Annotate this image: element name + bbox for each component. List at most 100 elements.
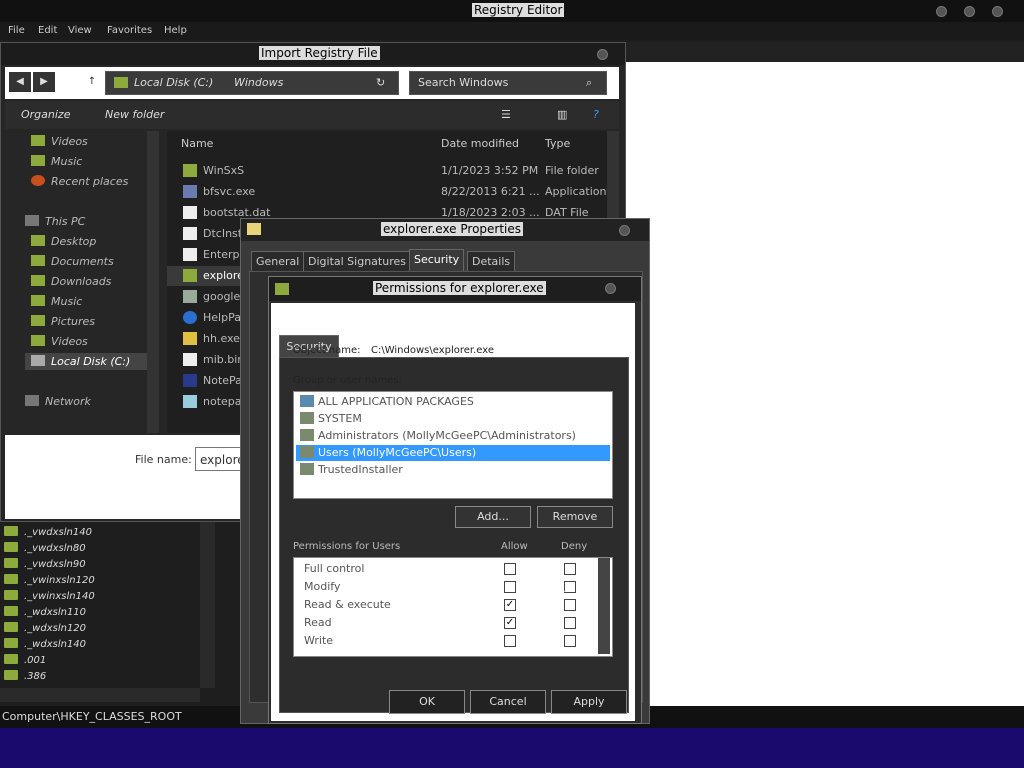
tab-details[interactable]: Details bbox=[467, 251, 516, 273]
registry-values-pane[interactable] bbox=[625, 62, 1024, 722]
users-icon bbox=[300, 463, 314, 475]
folder-icon bbox=[4, 526, 18, 536]
deny-header: Deny bbox=[561, 541, 588, 552]
nav-item-network[interactable]: Network bbox=[25, 395, 91, 408]
tree-item[interactable]: ._wdxsln120 bbox=[4, 622, 86, 634]
list-item[interactable]: Users (MollyMcGeePC\Users) bbox=[296, 445, 610, 461]
list-item[interactable]: TrustedInstaller bbox=[296, 462, 610, 478]
remove-button[interactable]: Remove bbox=[537, 506, 613, 528]
nav-item-downloads[interactable]: Downloads bbox=[31, 275, 111, 288]
minimize-icon[interactable] bbox=[936, 6, 947, 17]
folder-icon bbox=[247, 223, 261, 235]
registry-title-bar: Registry Editor bbox=[0, 0, 1024, 22]
column-type[interactable]: Type bbox=[545, 137, 570, 150]
permissions-scrollbar[interactable] bbox=[598, 558, 610, 654]
application-icon bbox=[183, 185, 197, 198]
search-icon: ⌕ bbox=[586, 76, 593, 89]
allow-checkbox[interactable] bbox=[504, 635, 516, 647]
folder-icon bbox=[31, 155, 45, 166]
users-icon bbox=[300, 412, 314, 424]
close-icon[interactable] bbox=[605, 283, 616, 294]
nav-item-documents[interactable]: Documents bbox=[31, 255, 114, 268]
nav-item-videos[interactable]: Videos bbox=[31, 335, 88, 348]
nav-item-music[interactable]: Music bbox=[31, 295, 82, 308]
tree-item[interactable]: .001 bbox=[4, 654, 46, 666]
menu-edit[interactable]: Edit bbox=[38, 25, 57, 36]
back-icon[interactable]: ◀ bbox=[9, 72, 31, 92]
allow-checkbox[interactable] bbox=[504, 563, 516, 575]
close-icon[interactable] bbox=[597, 49, 608, 60]
menu-favorites[interactable]: Favorites bbox=[107, 25, 152, 36]
add-button[interactable]: Add... bbox=[455, 506, 531, 528]
deny-checkbox[interactable] bbox=[564, 581, 576, 593]
maximize-icon[interactable] bbox=[964, 6, 975, 17]
view-options-icon[interactable]: ☰ bbox=[501, 108, 511, 121]
breadcrumb-windows[interactable]: Windows bbox=[234, 76, 283, 89]
tree-item[interactable]: ._vwdxsln90 bbox=[4, 558, 86, 570]
tree-item[interactable]: ._vwinxsln120 bbox=[4, 574, 95, 586]
menu-help[interactable]: Help bbox=[164, 25, 187, 36]
file-row[interactable]: bfsvc.exe 8/22/2013 6:21 ... Application bbox=[167, 182, 619, 202]
search-input[interactable]: Search Windows ⌕ bbox=[409, 71, 607, 95]
tree-vertical-scrollbar[interactable] bbox=[200, 520, 215, 688]
list-item[interactable]: Administrators (MollyMcGeePC\Administrat… bbox=[296, 428, 610, 444]
new-folder-button[interactable]: New folder bbox=[105, 108, 164, 121]
allow-checkbox[interactable] bbox=[504, 581, 516, 593]
file-row[interactable]: WinSxS 1/1/2023 3:52 PM File folder bbox=[167, 161, 619, 181]
cancel-button[interactable]: Cancel bbox=[470, 690, 546, 714]
deny-checkbox[interactable] bbox=[564, 599, 576, 611]
folder-icon bbox=[4, 590, 18, 600]
deny-checkbox[interactable] bbox=[564, 563, 576, 575]
tree-item[interactable]: ._vwinxsln140 bbox=[4, 590, 95, 602]
apply-button[interactable]: Apply bbox=[551, 690, 627, 714]
nav-item-videos[interactable]: Videos bbox=[31, 135, 88, 148]
tab-security[interactable]: Security bbox=[409, 249, 465, 273]
menu-file[interactable]: File bbox=[8, 25, 25, 36]
navigation-scrollbar[interactable] bbox=[147, 131, 159, 433]
deny-checkbox[interactable] bbox=[564, 617, 576, 629]
organize-button[interactable]: Organize bbox=[21, 108, 70, 121]
folder-icon bbox=[31, 315, 45, 326]
help-icon[interactable]: ? bbox=[593, 108, 599, 121]
network-icon bbox=[25, 395, 39, 406]
allow-checkbox[interactable]: ✓ bbox=[504, 599, 516, 611]
nav-item-desktop[interactable]: Desktop bbox=[31, 235, 96, 248]
close-icon[interactable] bbox=[992, 6, 1003, 17]
drive-icon bbox=[31, 355, 45, 366]
tree-item[interactable]: ._wdxsln140 bbox=[4, 638, 86, 650]
navigation-bar: ◀ ▶ ↑ Local Disk (C:) Windows ↻ Search W… bbox=[5, 67, 619, 99]
tree-item[interactable]: ._vwdxsln80 bbox=[4, 542, 86, 554]
import-title: Import Registry File bbox=[259, 46, 380, 60]
nav-item-music[interactable]: Music bbox=[31, 155, 82, 168]
list-item[interactable]: SYSTEM bbox=[296, 411, 610, 427]
nav-item-pictures[interactable]: Pictures bbox=[31, 315, 95, 328]
column-name[interactable]: Name bbox=[181, 137, 213, 150]
breadcrumb-local-disk[interactable]: Local Disk (C:) bbox=[134, 76, 213, 89]
allow-checkbox[interactable]: ✓ bbox=[504, 617, 516, 629]
close-icon[interactable] bbox=[619, 225, 630, 236]
preview-pane-icon[interactable]: ▥ bbox=[557, 108, 567, 121]
folder-icon bbox=[275, 283, 289, 295]
nav-item-this-pc[interactable]: This PC bbox=[25, 215, 85, 228]
tree-item[interactable]: ._wdxsln110 bbox=[4, 606, 86, 618]
tab-digital-signatures[interactable]: Digital Signatures bbox=[303, 251, 411, 273]
registry-values-header bbox=[625, 42, 1024, 62]
nav-item-recent-places[interactable]: Recent places bbox=[31, 175, 128, 188]
nav-item-local-disk[interactable]: Local Disk (C:) bbox=[25, 353, 157, 370]
tree-horizontal-scrollbar[interactable] bbox=[0, 688, 200, 702]
address-bar[interactable]: Local Disk (C:) Windows ↻ bbox=[105, 71, 399, 95]
forward-icon[interactable]: ▶ bbox=[33, 72, 55, 92]
list-item[interactable]: ALL APPLICATION PACKAGES bbox=[296, 394, 610, 410]
image-icon bbox=[183, 290, 197, 303]
refresh-icon[interactable]: ↻ bbox=[376, 76, 385, 89]
folder-icon bbox=[31, 335, 45, 346]
up-arrow-icon[interactable]: ↑ bbox=[81, 72, 103, 92]
column-date-modified[interactable]: Date modified bbox=[441, 137, 519, 150]
tree-item[interactable]: ._vwdxsln140 bbox=[4, 526, 92, 538]
deny-checkbox[interactable] bbox=[564, 635, 576, 647]
menu-view[interactable]: View bbox=[68, 25, 92, 36]
tree-item[interactable]: .386 bbox=[4, 670, 46, 682]
tab-general[interactable]: General bbox=[251, 251, 305, 273]
navigation-pane: Videos Music Recent places This PC Deskt… bbox=[5, 131, 159, 433]
ok-button[interactable]: OK bbox=[389, 690, 465, 714]
